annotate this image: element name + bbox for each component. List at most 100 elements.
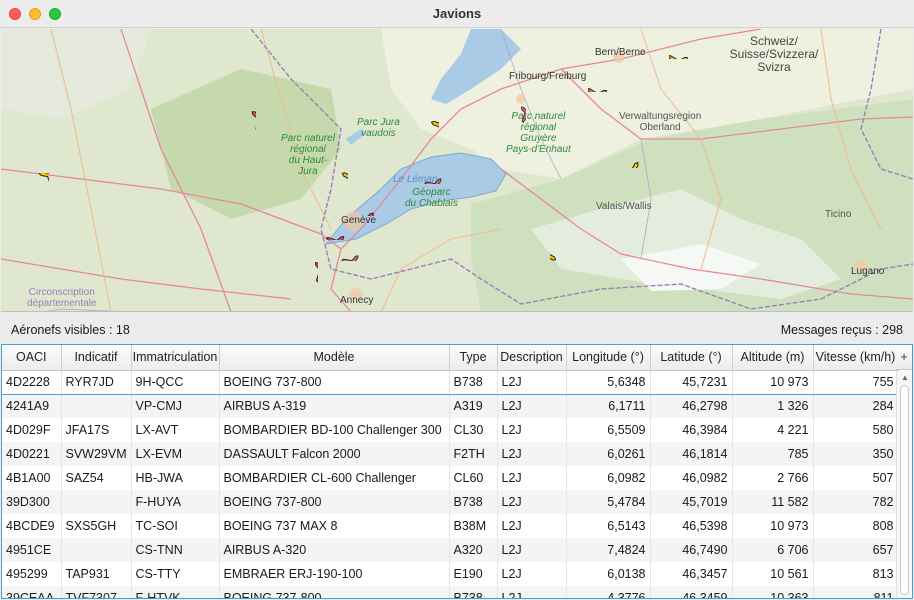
table-cell: 39CEAA (2, 586, 62, 598)
aircraft-icon[interactable] (23, 173, 49, 199)
window-title: Javions (432, 6, 482, 21)
table-cell: L2J (497, 586, 567, 598)
table-row[interactable]: 4241A9 VP-CMJ AIRBUS A-319 A319 L2J 6,1711 46,… (2, 394, 899, 418)
table-cell: CS-TTY (131, 562, 220, 586)
table-cell: 46,3457 (650, 562, 733, 586)
table-row[interactable]: 4B1A00 SAZ54 HB-JWA BOMBARDIER CL-600 Chall… (2, 466, 899, 490)
table-row[interactable]: 39D300 F-HUYA BOEING 737-800 B738 L2J 5,4784 4… (2, 490, 899, 514)
aircraft-table[interactable]: OACI Indicatif Immatriculation Modèle Ty… (1, 344, 913, 599)
table-header-row: OACI Indicatif Immatriculation Modèle Ty… (2, 345, 899, 371)
table-row[interactable]: 4D2228 RYR7JD 9H-QCC BOEING 737-800 B738 L2J 5… (2, 369, 899, 395)
visible-aircraft-count: Aéronefs visibles : 18 (11, 323, 130, 337)
table-cell: 4D0221 (2, 442, 62, 466)
aircraft-icon[interactable] (230, 108, 256, 134)
column-header-modele[interactable]: Modèle (219, 345, 450, 371)
table-cell: 755 (813, 369, 899, 395)
table-cell: TAP931 (61, 562, 132, 586)
table-cell: TC-SOI (131, 514, 220, 538)
table-cell: 813 (813, 562, 899, 586)
table-cell: 2 766 (732, 466, 814, 490)
table-row[interactable]: 4BCDE9 SXS5GH TC-SOI BOEING 737 MAX 8 B38M L2… (2, 514, 899, 538)
column-header-longitude[interactable]: Longitude (°) (566, 345, 651, 371)
table-cell: AIRBUS A-319 (219, 394, 450, 418)
table-cell: 782 (813, 490, 899, 514)
table-cell: CL30 (449, 418, 498, 442)
table-cell: 6,0982 (566, 466, 651, 490)
map-label-annecy: Annecy (340, 295, 374, 306)
aircraft-icon[interactable] (337, 235, 363, 261)
scrollbar-thumb[interactable] (900, 385, 909, 595)
table-row[interactable]: 4D029F JFA17S LX-AVT BOMBARDIER BD-100 Chal… (2, 418, 899, 442)
table-cell: 46,5398 (650, 514, 733, 538)
aircraft-icon[interactable] (292, 257, 318, 283)
column-header-immatriculation[interactable]: Immatriculation (131, 345, 220, 371)
column-header-altitude[interactable]: Altitude (m) (732, 345, 814, 371)
map-view[interactable]: Bern/Berne Fribourg/Freiburg Schweiz/ Su… (1, 29, 913, 312)
table-cell: F-HTVK (131, 586, 220, 598)
table-cell: LX-AVT (131, 418, 220, 442)
table-cell: CS-TNN (131, 538, 220, 562)
table-cell: DASSAULT Falcon 2000 (219, 442, 450, 466)
table-cell: F2TH (449, 442, 498, 466)
table-scrollbar[interactable]: ▲ (896, 371, 912, 598)
aircraft-icon[interactable] (669, 33, 695, 59)
table-cell: HB-JWA (131, 466, 220, 490)
map-label-oberland: Verwaltungsregion Oberland (619, 111, 702, 133)
table-row[interactable]: 39CEAA TVF7307 F-HTVK BOEING 737-800 B738 L2J… (2, 586, 899, 598)
table-cell: B38M (449, 514, 498, 538)
map-label-park-jura-vaudois: Parc Jura vaudois (357, 117, 400, 139)
aircraft-icon[interactable] (614, 142, 640, 168)
column-header-vitesse[interactable]: Vitesse (km/h) (813, 345, 899, 371)
table-cell: 4BCDE9 (2, 514, 62, 538)
column-header-latitude[interactable]: Latitude (°) (650, 345, 733, 371)
table-row[interactable]: 495299 TAP931 CS-TTY EMBRAER ERJ-190-100 E19… (2, 562, 899, 586)
aircraft-icon[interactable] (350, 190, 376, 216)
table-cell: SXS5GH (61, 514, 132, 538)
aircraft-icon[interactable] (322, 171, 348, 197)
table-cell: 10 973 (732, 514, 814, 538)
aircraft-icon[interactable] (588, 66, 614, 92)
table-cell: E190 (449, 562, 498, 586)
aircraft-icon[interactable] (500, 100, 526, 126)
column-header-indicatif[interactable]: Indicatif (61, 345, 132, 371)
table-cell: 4D2228 (2, 369, 62, 395)
table-cell: 4D029F (2, 418, 62, 442)
table-row[interactable]: 4D0221 SVW29VM LX-EVM DASSAULT Falcon 2000 F… (2, 442, 899, 466)
table-cell: TVF7307 (61, 586, 132, 598)
messages-received-count: Messages reçus : 298 (780, 323, 903, 337)
table-cell: 10 363 (732, 586, 814, 598)
scroll-up-arrow-icon[interactable]: ▲ (901, 373, 909, 382)
map-label-valais: Valais/Wallis (596, 201, 652, 212)
table-cell: B738 (449, 586, 498, 598)
table-cell: A319 (449, 394, 498, 418)
table-cell: 39D300 (2, 490, 62, 514)
table-cell: 6,0138 (566, 562, 651, 586)
table-cell: 657 (813, 538, 899, 562)
column-header-description[interactable]: Description (497, 345, 567, 371)
column-header-oaci[interactable]: OACI (2, 345, 62, 371)
table-cell (61, 394, 132, 418)
table-cell: 284 (813, 394, 899, 418)
aircraft-icon[interactable] (550, 236, 576, 262)
table-cell: SAZ54 (61, 466, 132, 490)
table-cell (61, 490, 132, 514)
table-cell: 10 973 (732, 369, 814, 395)
aircraft-icon[interactable] (420, 158, 446, 184)
table-cell: 4B1A00 (2, 466, 62, 490)
table-cell: 6,5143 (566, 514, 651, 538)
table-cell: L2J (497, 562, 567, 586)
column-menu-button[interactable]: + (896, 345, 912, 370)
table-cell: RYR7JD (61, 369, 132, 395)
table-cell: BOEING 737 MAX 8 (219, 514, 450, 538)
table-cell: B738 (449, 369, 498, 395)
table-cell: 6,1711 (566, 394, 651, 418)
table-cell: 6,5509 (566, 418, 651, 442)
aircraft-icon[interactable] (413, 121, 439, 147)
table-cell: A320 (449, 538, 498, 562)
column-header-type[interactable]: Type (449, 345, 498, 371)
table-cell: L2J (497, 466, 567, 490)
table-cell: 6,0261 (566, 442, 651, 466)
table-cell: F-HUYA (131, 490, 220, 514)
table-row[interactable]: 4951CE CS-TNN AIRBUS A-320 A320 L2J 7,4824 46,… (2, 538, 899, 562)
table-cell: 495299 (2, 562, 62, 586)
